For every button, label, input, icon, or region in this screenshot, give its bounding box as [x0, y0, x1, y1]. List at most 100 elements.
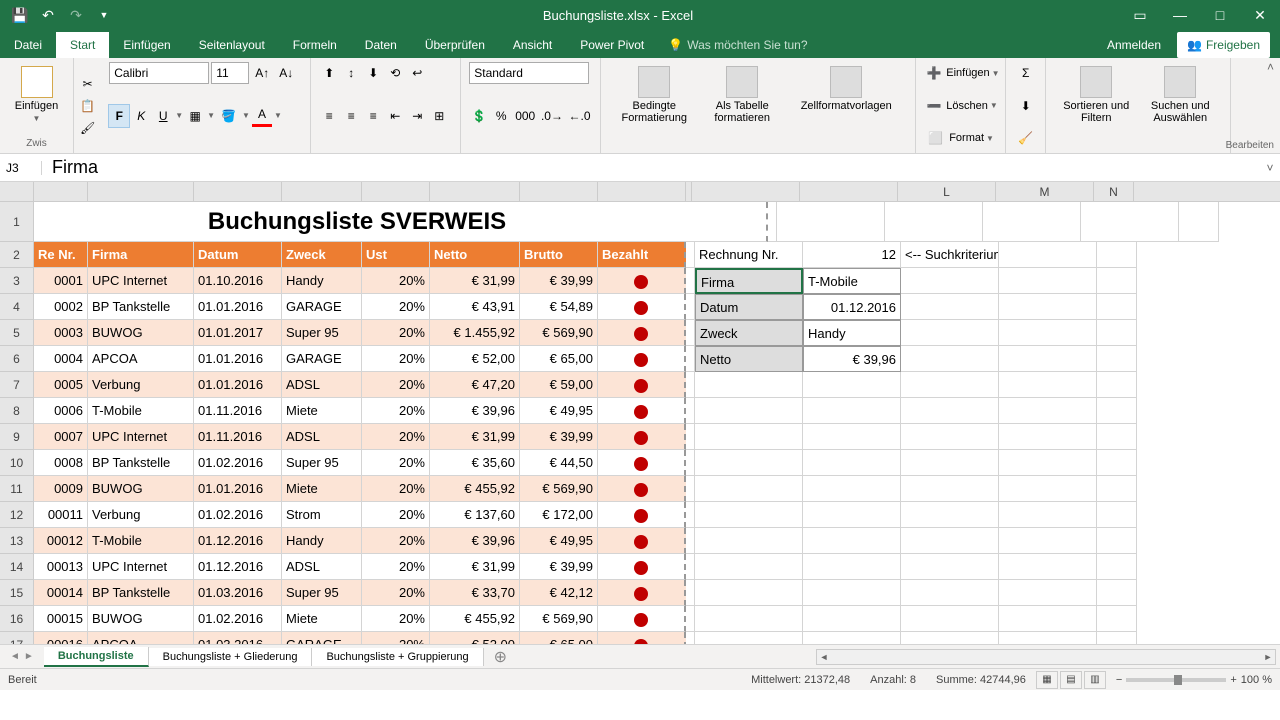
- cell[interactable]: [598, 450, 686, 476]
- cell[interactable]: 20%: [362, 528, 430, 554]
- format-painter-icon[interactable]: 🖌: [76, 117, 99, 139]
- tab-pagelayout[interactable]: Seitenlayout: [185, 32, 279, 58]
- cell[interactable]: UPC Internet: [88, 424, 194, 450]
- cell[interactable]: 0002: [34, 294, 88, 320]
- cell[interactable]: € 1.455,92: [430, 320, 520, 346]
- cell[interactable]: € 65,00: [520, 346, 598, 372]
- cell[interactable]: GARAGE: [282, 632, 362, 644]
- cell[interactable]: 0004: [34, 346, 88, 372]
- tab-data[interactable]: Daten: [351, 32, 411, 58]
- cell[interactable]: 0006: [34, 398, 88, 424]
- cell[interactable]: 0001: [34, 268, 88, 294]
- cell[interactable]: ADSL: [282, 372, 362, 398]
- cell[interactable]: [999, 632, 1097, 644]
- cell[interactable]: [1097, 476, 1137, 502]
- cell[interactable]: 01.02.2016: [194, 450, 282, 476]
- cell[interactable]: 01.02.2016: [194, 502, 282, 528]
- cell[interactable]: ADSL: [282, 554, 362, 580]
- cell[interactable]: 01.11.2016: [194, 398, 282, 424]
- maximize-icon[interactable]: □: [1200, 0, 1240, 30]
- scroll-track[interactable]: [831, 650, 1261, 664]
- view-normal-icon[interactable]: ▦: [1036, 671, 1058, 689]
- ribbon-options-icon[interactable]: ▭: [1120, 0, 1160, 30]
- delete-cells-button[interactable]: ➖: [924, 95, 944, 117]
- close-icon[interactable]: ✕: [1240, 0, 1280, 30]
- orientation-icon[interactable]: ⟲: [385, 62, 405, 84]
- align-right-icon[interactable]: ≡: [363, 105, 383, 127]
- chevron-down-icon[interactable]: ▼: [207, 111, 215, 120]
- cell[interactable]: [901, 528, 999, 554]
- zoom-level[interactable]: 100 %: [1241, 674, 1272, 686]
- cell[interactable]: 20%: [362, 372, 430, 398]
- cell[interactable]: [901, 476, 999, 502]
- cell[interactable]: € 31,99: [430, 268, 520, 294]
- cell[interactable]: [598, 554, 686, 580]
- cell[interactable]: [901, 450, 999, 476]
- insert-cells-button[interactable]: ➕: [924, 62, 944, 84]
- cell[interactable]: [1097, 554, 1137, 580]
- cell[interactable]: [1097, 632, 1137, 644]
- cell[interactable]: [999, 580, 1097, 606]
- autosum-icon[interactable]: Σ: [1014, 62, 1037, 84]
- cell[interactable]: [999, 450, 1097, 476]
- cell[interactable]: [695, 632, 803, 644]
- cell[interactable]: € 569,90: [520, 476, 598, 502]
- sheet-nav-first-icon[interactable]: ◄: [10, 651, 20, 662]
- worksheet-grid[interactable]: L M N 1Buchungsliste SVERWEIS2Re Nr.Firm…: [0, 182, 1280, 644]
- cell[interactable]: 0007: [34, 424, 88, 450]
- cell[interactable]: [598, 606, 686, 632]
- cell[interactable]: [999, 242, 1097, 268]
- percent-icon[interactable]: %: [491, 105, 511, 127]
- scroll-left-icon[interactable]: ◄: [817, 652, 831, 662]
- align-top-icon[interactable]: ⬆: [319, 62, 339, 84]
- col-header[interactable]: [598, 182, 686, 201]
- cell[interactable]: Strom: [282, 502, 362, 528]
- cell[interactable]: [598, 424, 686, 450]
- cell[interactable]: € 137,60: [430, 502, 520, 528]
- cell[interactable]: UPC Internet: [88, 554, 194, 580]
- cell[interactable]: [803, 632, 901, 644]
- cell[interactable]: [686, 450, 695, 476]
- zoom-out-button[interactable]: −: [1116, 674, 1122, 686]
- cell[interactable]: [686, 424, 695, 450]
- cell[interactable]: 0003: [34, 320, 88, 346]
- align-middle-icon[interactable]: ↕: [341, 62, 361, 84]
- cell[interactable]: [1097, 528, 1137, 554]
- find-select-button[interactable]: Suchen und Auswählen: [1138, 62, 1222, 149]
- fill-icon[interactable]: ⬇: [1014, 95, 1037, 117]
- cell[interactable]: Handy: [282, 268, 362, 294]
- cell[interactable]: 00012: [34, 528, 88, 554]
- cell[interactable]: € 47,20: [430, 372, 520, 398]
- cell[interactable]: € 54,89: [520, 294, 598, 320]
- share-button[interactable]: 👥Freigeben: [1177, 32, 1270, 58]
- cell[interactable]: [686, 606, 695, 632]
- col-header[interactable]: [692, 182, 800, 201]
- cell[interactable]: [999, 294, 1097, 320]
- cell[interactable]: [686, 320, 695, 346]
- cell[interactable]: 00011: [34, 502, 88, 528]
- cell[interactable]: [1097, 268, 1137, 294]
- cell[interactable]: Miete: [282, 606, 362, 632]
- cell[interactable]: [598, 528, 686, 554]
- cell[interactable]: Super 95: [282, 580, 362, 606]
- scroll-right-icon[interactable]: ►: [1261, 652, 1275, 662]
- cell[interactable]: [598, 502, 686, 528]
- cell[interactable]: [695, 372, 803, 398]
- cell[interactable]: [680, 202, 768, 242]
- cell[interactable]: BUWOG: [88, 476, 194, 502]
- cell[interactable]: [983, 202, 1081, 242]
- cell[interactable]: [901, 554, 999, 580]
- cell[interactable]: BP Tankstelle: [88, 580, 194, 606]
- tab-insert[interactable]: Einfügen: [109, 32, 184, 58]
- cell[interactable]: € 52,00: [430, 632, 520, 644]
- fill-color-icon[interactable]: 🪣: [217, 105, 240, 127]
- cell[interactable]: [695, 580, 803, 606]
- align-left-icon[interactable]: ≡: [319, 105, 339, 127]
- cell[interactable]: [598, 476, 686, 502]
- chevron-down-icon[interactable]: ▼: [175, 111, 183, 120]
- sheet-title[interactable]: Buchungsliste SVERWEIS: [34, 202, 680, 242]
- cell[interactable]: [686, 632, 695, 644]
- cell[interactable]: [901, 320, 999, 346]
- cell[interactable]: [1081, 202, 1179, 242]
- chevron-down-icon[interactable]: ▼: [242, 111, 250, 120]
